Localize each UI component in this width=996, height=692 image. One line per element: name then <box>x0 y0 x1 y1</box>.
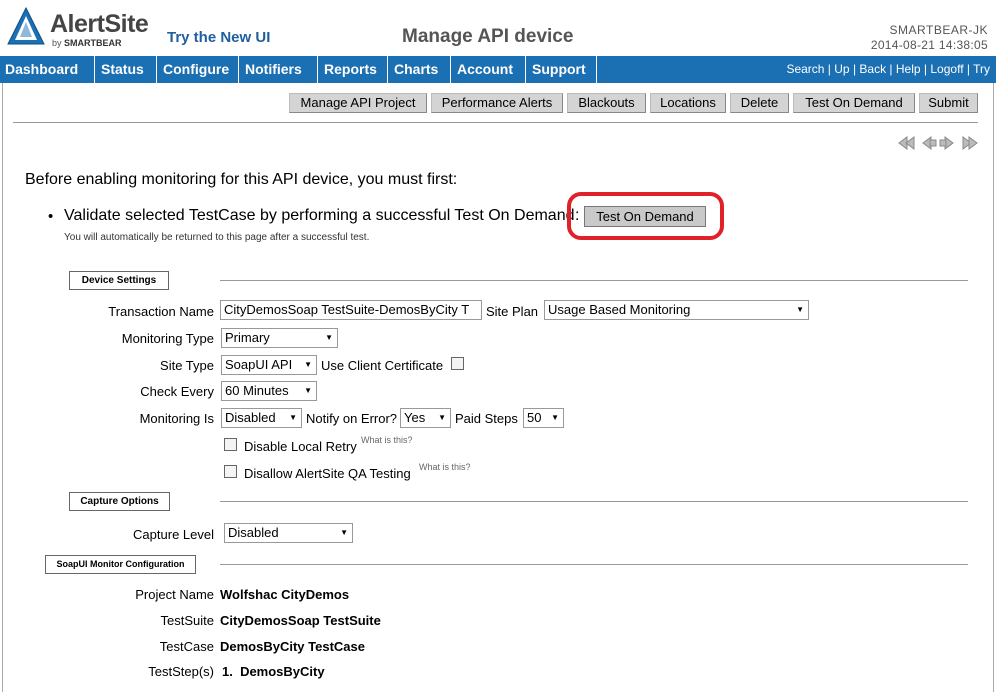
test-on-demand-toolbar-button[interactable]: Test On Demand <box>793 93 915 113</box>
soapui-config-header: SoapUI Monitor Configuration <box>45 555 196 574</box>
client-certificate-checkbox[interactable] <box>451 357 464 370</box>
testsuite-value: CityDemosSoap TestSuite <box>220 613 381 628</box>
capture-level-value: Disabled <box>228 525 279 540</box>
transaction-name-input[interactable]: CityDemosSoap TestSuite-DemosByCity T <box>220 300 482 320</box>
record-nav-icons <box>898 136 978 150</box>
capture-level-select[interactable]: Disabled ▼ <box>224 523 353 543</box>
chevron-down-icon: ▼ <box>325 333 333 342</box>
chevron-down-icon: ▼ <box>796 305 804 314</box>
monitoring-type-value: Primary <box>225 330 270 345</box>
record-navigation <box>898 135 978 151</box>
section-divider <box>220 280 968 281</box>
paid-steps-label: Paid Steps <box>455 411 518 426</box>
site-plan-label: Site Plan <box>486 304 539 319</box>
bullet-icon: • <box>48 208 54 225</box>
monitoring-is-label: Monitoring Is <box>139 411 214 426</box>
device-settings-header: Device Settings <box>69 271 169 290</box>
capture-level-label: Capture Level <box>133 527 214 542</box>
nav-status[interactable]: Status <box>96 56 157 83</box>
user-name: SMARTBEAR-JK <box>889 23 988 37</box>
testcase-value: DemosByCity TestCase <box>220 639 365 654</box>
try-new-ui-link[interactable]: Try the New UI <box>167 29 270 46</box>
check-every-select[interactable]: 60 Minutes ▼ <box>221 381 317 401</box>
monitoring-type-select[interactable]: Primary ▼ <box>221 328 338 348</box>
site-type-value: SoapUI API <box>225 357 293 372</box>
section-divider <box>220 501 968 502</box>
logo-brand: SMARTBEAR <box>64 38 122 48</box>
check-every-label: Check Every <box>140 384 214 399</box>
divider <box>13 122 978 123</box>
project-name-label: Project Name <box>135 587 214 602</box>
logo-by: by <box>52 38 62 48</box>
disable-local-retry-label: Disable Local Retry <box>244 439 357 454</box>
project-name-value: Wolfshac CityDemos <box>220 587 350 602</box>
alertsite-logo-icon <box>7 6 45 45</box>
teststeps-label: TestStep(s) <box>148 664 214 679</box>
paid-steps-select[interactable]: 50 ▼ <box>523 408 564 428</box>
testsuite-label: TestSuite <box>160 613 214 628</box>
site-type-label: Site Type <box>160 358 214 373</box>
what-is-this-link[interactable]: What is this? <box>361 435 413 445</box>
submit-button[interactable]: Submit <box>919 93 978 113</box>
monitoring-type-label: Monitoring Type <box>121 331 214 346</box>
disallow-qa-testing-label: Disallow AlertSite QA Testing <box>244 466 411 481</box>
current-datetime: 2014-08-21 14:38:05 <box>870 38 988 52</box>
teststep-value: 1. DemosByCity <box>222 664 325 679</box>
chevron-down-icon: ▼ <box>551 413 559 422</box>
nav-notifiers[interactable]: Notifiers <box>240 56 318 83</box>
nav-account[interactable]: Account <box>452 56 526 83</box>
testcase-label: TestCase <box>159 639 214 654</box>
link-logoff[interactable]: Logoff <box>930 62 963 76</box>
capture-options-header: Capture Options <box>69 492 170 511</box>
return-note: You will automatically be returned to th… <box>64 232 370 243</box>
header: AlertSite by SMARTBEAR Try the New UI Ma… <box>0 0 996 56</box>
nav-configure[interactable]: Configure <box>158 56 239 83</box>
alertsite-logo[interactable]: AlertSite by SMARTBEAR <box>6 6 156 50</box>
chevron-down-icon: ▼ <box>304 360 312 369</box>
nav-utility-links: Search | Up | Back | Help | Logoff | Try <box>786 62 990 76</box>
disallow-qa-testing-checkbox[interactable] <box>224 465 237 478</box>
nav-support[interactable]: Support <box>527 56 597 83</box>
chevron-down-icon: ▼ <box>340 528 348 537</box>
locations-button[interactable]: Locations <box>650 93 726 113</box>
paid-steps-value: 50 <box>527 410 542 425</box>
manage-api-project-button[interactable]: Manage API Project <box>289 93 427 113</box>
blackouts-button[interactable]: Blackouts <box>567 93 646 113</box>
link-back[interactable]: Back <box>859 62 886 76</box>
link-search[interactable]: Search <box>786 62 824 76</box>
notify-on-error-select[interactable]: Yes ▼ <box>400 408 451 428</box>
delete-button[interactable]: Delete <box>730 93 789 113</box>
chevron-down-icon: ▼ <box>304 386 312 395</box>
intro-text: Before enabling monitoring for this API … <box>25 171 458 188</box>
main-navbar: Dashboard Status Configure Notifiers Rep… <box>0 56 996 83</box>
chevron-down-icon: ▼ <box>438 413 446 422</box>
link-up[interactable]: Up <box>834 62 849 76</box>
link-try[interactable]: Try <box>973 62 990 76</box>
logo-name: AlertSite <box>50 10 149 38</box>
transaction-name-label: Transaction Name <box>108 304 214 319</box>
monitoring-is-value: Disabled <box>225 410 276 425</box>
site-type-select[interactable]: SoapUI API ▼ <box>221 355 317 375</box>
performance-alerts-button[interactable]: Performance Alerts <box>431 93 563 113</box>
monitoring-is-select[interactable]: Disabled ▼ <box>221 408 302 428</box>
section-divider <box>220 564 968 565</box>
validate-instruction: Validate selected TestCase by performing… <box>64 207 575 224</box>
logo-byline: by SMARTBEAR <box>52 38 122 48</box>
nav-charts[interactable]: Charts <box>389 56 451 83</box>
nav-dashboard[interactable]: Dashboard <box>0 56 95 83</box>
link-help[interactable]: Help <box>896 62 921 76</box>
what-is-this-link[interactable]: What is this? <box>419 462 471 472</box>
notify-on-error-value: Yes <box>404 410 426 425</box>
site-plan-value: Usage Based Monitoring <box>548 302 691 317</box>
client-certificate-label: Use Client Certificate <box>321 358 444 373</box>
site-plan-select[interactable]: Usage Based Monitoring ▼ <box>544 300 809 320</box>
page-title: Manage API device <box>402 26 574 47</box>
chevron-down-icon: ▼ <box>289 413 297 422</box>
disable-local-retry-checkbox[interactable] <box>224 438 237 451</box>
check-every-value: 60 Minutes <box>225 383 289 398</box>
test-on-demand-button[interactable]: Test On Demand <box>584 206 706 227</box>
nav-reports[interactable]: Reports <box>319 56 388 83</box>
notify-on-error-label: Notify on Error? <box>306 411 398 426</box>
